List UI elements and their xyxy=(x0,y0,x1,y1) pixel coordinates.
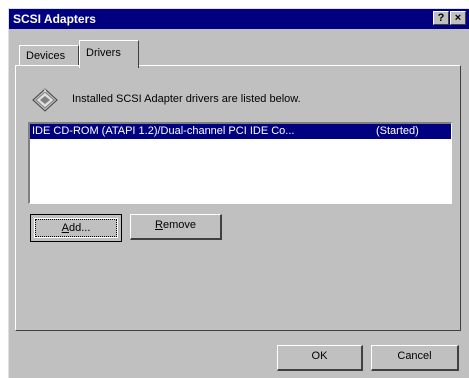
close-button[interactable]: × xyxy=(450,11,466,25)
tab-devices[interactable]: Devices xyxy=(19,45,79,67)
scsi-adapter-icon xyxy=(32,88,58,112)
title-bar[interactable]: SCSI Adapters ? × xyxy=(9,9,469,29)
description-text: Installed SCSI Adapter drivers are liste… xyxy=(72,93,301,105)
remove-label: emove xyxy=(162,219,196,231)
add-label: dd... xyxy=(68,222,91,234)
window-title: SCSI Adapters xyxy=(13,12,96,26)
drivers-tab-panel: Installed SCSI Adapter drivers are liste… xyxy=(15,65,461,331)
cancel-button[interactable]: Cancel xyxy=(371,345,459,371)
add-button[interactable]: Add... xyxy=(30,214,122,242)
help-button[interactable]: ? xyxy=(433,11,449,25)
tab-drivers[interactable]: Drivers xyxy=(79,40,139,68)
driver-status: (Started) xyxy=(376,125,419,137)
driver-name: IDE CD-ROM (ATAPI 1.2)/Dual-channel PCI … xyxy=(32,125,295,137)
remove-button[interactable]: Remove xyxy=(130,214,222,240)
scsi-adapters-dialog: SCSI Adapters ? × Devices Drivers Instal… xyxy=(8,8,469,378)
drivers-list[interactable]: IDE CD-ROM (ATAPI 1.2)/Dual-channel PCI … xyxy=(28,122,452,204)
add-accelerator: A xyxy=(61,222,69,234)
ok-button[interactable]: OK xyxy=(277,345,363,371)
remove-accelerator: R xyxy=(155,219,163,231)
focus-rectangle: Add... xyxy=(34,218,118,238)
list-item[interactable]: IDE CD-ROM (ATAPI 1.2)/Dual-channel PCI … xyxy=(30,124,451,139)
